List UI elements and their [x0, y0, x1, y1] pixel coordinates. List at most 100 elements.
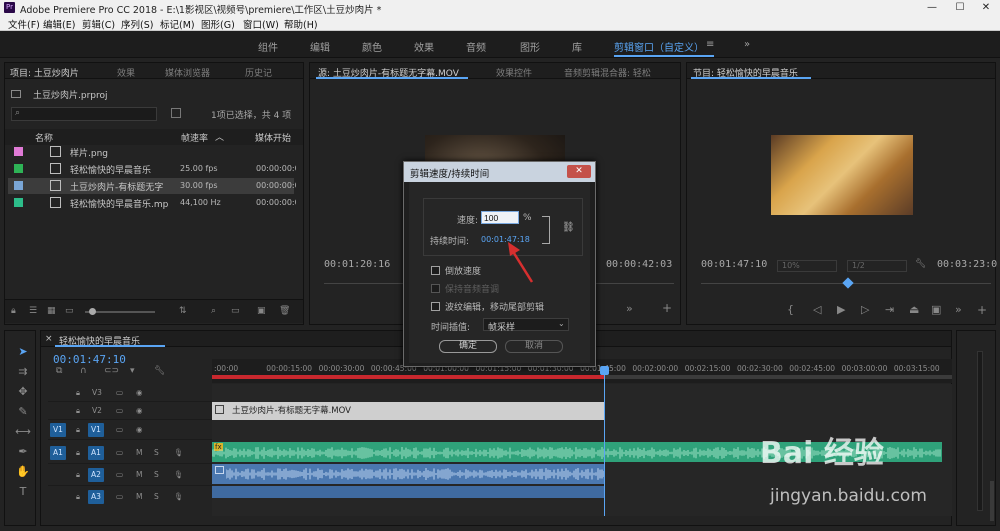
sort-icon[interactable]: ⇅ — [179, 306, 187, 316]
ripple-edit-checkbox[interactable] — [431, 302, 440, 311]
speed-input[interactable] — [481, 211, 519, 224]
workspace-effects[interactable]: 效果 — [414, 39, 434, 54]
eye-icon[interactable]: ◉ — [136, 406, 143, 415]
meter-scroll[interactable] — [990, 481, 994, 521]
sync-lock-icon[interactable]: ▭ — [116, 388, 123, 397]
go-to-out-icon[interactable]: ⇥ — [885, 303, 894, 316]
icon-view-icon[interactable]: ▦ — [47, 306, 56, 316]
sync-lock-icon[interactable]: ▭ — [116, 470, 123, 479]
mute-button[interactable]: M — [136, 492, 142, 501]
timeline-playhead[interactable] — [604, 366, 605, 516]
snap-icon[interactable]: ∩ — [80, 366, 87, 376]
interpolation-select[interactable]: 帧采样 ⌄ — [483, 318, 569, 333]
audio-clip-a3[interactable] — [212, 486, 605, 498]
lock-icon[interactable]: 🔒︎ — [76, 448, 80, 458]
find-icon[interactable]: ⌕ — [211, 306, 216, 316]
solo-button[interactable]: S — [154, 492, 159, 501]
workspace-audio[interactable]: 音频 — [466, 39, 486, 54]
solo-button[interactable]: S — [154, 470, 159, 479]
new-bin-icon[interactable] — [171, 108, 181, 118]
sync-lock-icon[interactable]: ▭ — [116, 492, 123, 501]
column-framerate[interactable]: 帧速率 — [181, 131, 208, 144]
settings-wrench-icon[interactable]: 🔧︎ — [915, 259, 926, 269]
mute-button[interactable]: M — [136, 470, 142, 479]
video-clip[interactable]: 土豆炒肉片-有标题无字幕.MOV — [212, 402, 605, 420]
microphone-icon[interactable]: 🎙︎ — [174, 492, 184, 501]
lock-icon[interactable]: 🔒︎ — [76, 406, 80, 416]
workspace-overflow-icon[interactable]: » — [744, 39, 750, 50]
add-marker-icon[interactable]: ▾ — [130, 366, 135, 376]
sync-lock-icon[interactable]: ▭ — [116, 448, 123, 457]
audio-clip-a2[interactable] — [212, 464, 605, 484]
add-button-icon[interactable]: + — [662, 301, 672, 315]
workspace-color[interactable]: 颜色 — [362, 39, 382, 54]
menu-marker[interactable]: 标记(M) — [160, 17, 195, 31]
solo-button[interactable]: S — [154, 448, 159, 457]
source-playhead-timecode[interactable]: 00:01:20:16 — [324, 259, 390, 270]
tab-project[interactable]: 项目: 土豆炒肉片 — [10, 66, 79, 79]
close-window-button[interactable]: ✕ — [972, 0, 1000, 16]
lift-icon[interactable]: ⏏ — [909, 303, 919, 316]
lock-icon[interactable]: 🔒︎ — [76, 492, 80, 502]
playhead-handle[interactable] — [600, 366, 609, 375]
resolution-select[interactable]: 1/2 — [847, 260, 907, 272]
track-v1-target[interactable]: V1 — [88, 423, 104, 437]
track-a2-target[interactable]: A2 — [88, 468, 104, 482]
selection-tool-icon[interactable]: ➤ — [15, 345, 31, 359]
lock-icon[interactable]: 🔒︎ — [76, 425, 80, 435]
workspace-assembly[interactable]: 组件 — [258, 39, 278, 54]
eye-icon[interactable]: ◉ — [136, 425, 143, 434]
lock-icon[interactable]: 🔒︎ — [76, 388, 80, 398]
minimize-button[interactable]: — — [918, 0, 946, 16]
step-back-icon[interactable]: ◁ — [813, 303, 821, 316]
project-item-row[interactable]: 轻松愉快的早晨音乐 25.00 fps 00:00:00:00 — [8, 161, 296, 177]
reverse-speed-checkbox[interactable] — [431, 266, 440, 275]
tab-effect-controls[interactable]: 效果控件 — [496, 66, 532, 79]
microphone-icon[interactable]: 🎙︎ — [174, 470, 184, 479]
workspace-menu-icon[interactable]: ≡ — [706, 39, 714, 50]
lock-icon[interactable]: 🔒︎ — [76, 470, 80, 480]
workspace-editing[interactable]: 编辑 — [310, 39, 330, 54]
hand-tool-icon[interactable]: ✋ — [15, 465, 31, 479]
close-sequence-icon[interactable]: × — [45, 334, 53, 344]
column-name[interactable]: 名称 — [35, 131, 53, 144]
type-tool-icon[interactable]: T — [15, 485, 31, 499]
trash-icon[interactable]: 🗑︎ — [279, 306, 290, 316]
step-forward-icon[interactable]: ▷ — [861, 303, 869, 316]
menu-clip[interactable]: 剪辑(C) — [82, 17, 115, 31]
slip-tool-icon[interactable]: ⟷ — [15, 425, 31, 439]
cancel-button[interactable]: 取消 — [505, 340, 563, 353]
column-media-start[interactable]: 媒体开始 — [255, 131, 291, 144]
source-a1-target[interactable]: A1 — [50, 446, 66, 460]
track-a3-target[interactable]: A3 — [88, 490, 104, 504]
zoom-level-select[interactable]: 10% — [777, 260, 837, 272]
menu-graphics[interactable]: 图形(G) — [201, 17, 235, 31]
linked-selection-icon[interactable]: ⊂⊃ — [104, 366, 119, 376]
work-area-bar[interactable] — [212, 375, 605, 379]
menu-help[interactable]: 帮助(H) — [284, 17, 318, 31]
menu-file[interactable]: 文件(F) — [8, 17, 40, 31]
timeline-timecode[interactable]: 00:01:47:10 — [53, 353, 126, 366]
razor-tool-icon[interactable]: ✎ — [15, 405, 31, 419]
program-playhead-marker[interactable] — [842, 277, 854, 289]
track-select-tool-icon[interactable]: ⇉ — [15, 365, 31, 379]
maximize-button[interactable]: ☐ — [946, 0, 974, 16]
dialog-close-button[interactable]: ✕ — [567, 165, 591, 178]
microphone-icon[interactable]: 🎙︎ — [174, 448, 184, 457]
tab-audio-clip-mixer[interactable]: 音频剪辑混合器: 轻松 — [564, 66, 651, 79]
nest-icon[interactable]: ⧉ — [56, 366, 62, 376]
button-editor-icon[interactable]: » — [626, 302, 633, 315]
program-button-editor-icon[interactable]: » — [955, 303, 962, 316]
source-v1-target[interactable]: V1 — [50, 423, 66, 437]
ok-button[interactable]: 确定 — [439, 340, 497, 353]
label-color-swatch[interactable] — [14, 147, 23, 156]
ripple-edit-tool-icon[interactable]: ✥ — [15, 385, 31, 399]
mute-button[interactable]: M — [136, 448, 142, 457]
export-frame-icon[interactable]: ▣ — [931, 303, 941, 316]
new-bin-button-icon[interactable]: ▭ — [231, 306, 240, 316]
label-color-swatch[interactable] — [14, 198, 23, 207]
tab-effects[interactable]: 效果 — [117, 66, 135, 79]
workspace-custom[interactable]: 剪辑窗口（自定义） — [614, 39, 704, 54]
timeline-settings-icon[interactable]: 🔧︎ — [154, 366, 165, 376]
workspace-libraries[interactable]: 库 — [572, 39, 582, 54]
